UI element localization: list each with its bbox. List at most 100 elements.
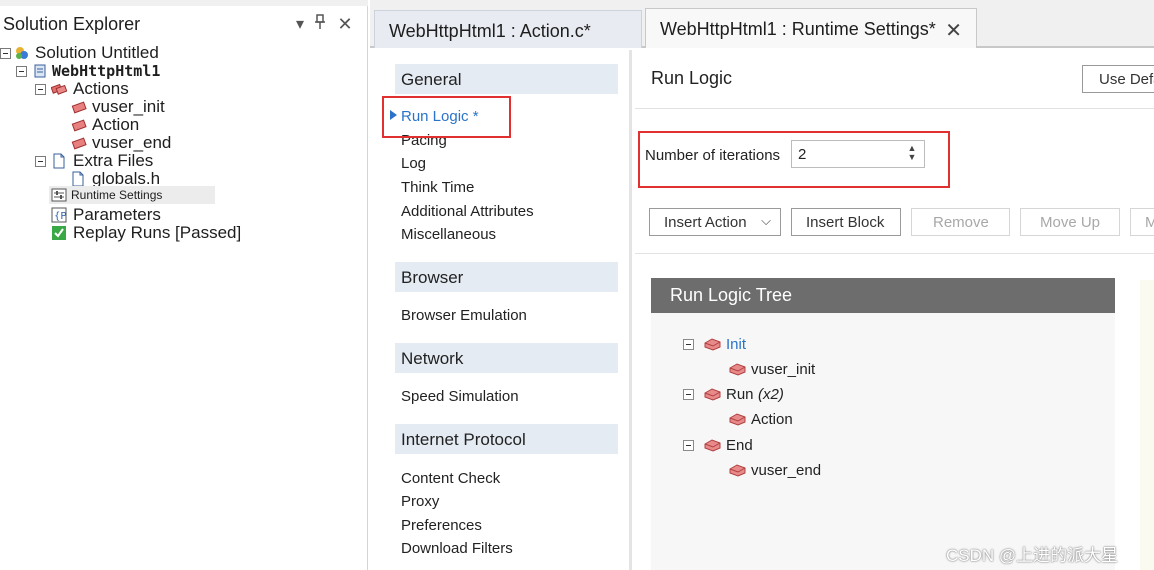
- selected-arrow-icon: [390, 110, 397, 120]
- settings-icon: [51, 188, 67, 202]
- tree-item-actions[interactable]: Actions: [0, 80, 368, 98]
- nav-item-download-filters[interactable]: Download Filters: [401, 540, 513, 557]
- move-up-button[interactable]: Move Up: [1020, 208, 1120, 236]
- tree-item-label: Solution Untitled: [35, 43, 159, 62]
- tree-item-action[interactable]: Action: [0, 116, 368, 134]
- iteration-count: (x2): [758, 386, 784, 403]
- tree-node-label: Init: [726, 336, 747, 353]
- collapse-toggle-icon[interactable]: [683, 339, 694, 350]
- pin-icon[interactable]: [311, 14, 329, 35]
- nav-item-additional-attributes[interactable]: Additional Attributes: [401, 203, 534, 220]
- use-defaults-button[interactable]: Use Defaults: [1082, 65, 1154, 93]
- action-brick-icon: [729, 413, 746, 426]
- insert-block-button[interactable]: Insert Block: [791, 208, 901, 236]
- solution-explorer-panel: Solution Explorer ▾ ✕ Solution Untitled …: [0, 0, 368, 570]
- close-icon[interactable]: ✕: [336, 14, 354, 35]
- svg-text:{P}: {P}: [54, 211, 67, 222]
- tree-node-init[interactable]: Init: [683, 336, 983, 354]
- solution-explorer-header: Solution Explorer ▾ ✕: [0, 10, 368, 40]
- tree-node-label: vuser_end: [751, 462, 822, 479]
- tree-node-label: Action: [751, 411, 793, 428]
- block-brick-icon: [704, 388, 721, 401]
- file-icon: [72, 171, 84, 187]
- nav-group-internet-protocol: Internet Protocol: [395, 424, 618, 454]
- move-down-button[interactable]: M: [1130, 208, 1154, 236]
- tab-label: WebHttpHtml1 : Action.c*: [389, 21, 591, 41]
- tree-item-script[interactable]: WebHttpHtml1: [0, 62, 368, 80]
- tree-item-label: vuser_init: [92, 97, 165, 116]
- tree-item-label: Action: [92, 115, 140, 134]
- nav-item-pacing[interactable]: Pacing: [401, 132, 447, 149]
- tree-node-label: Run: [726, 386, 754, 403]
- tree-node-run[interactable]: Run (x2): [683, 386, 983, 404]
- solution-icon: [16, 47, 28, 59]
- tree-node-action[interactable]: Action: [729, 411, 1029, 429]
- insert-action-label: Insert Action: [664, 214, 747, 231]
- iterations-stepper[interactable]: 2 ▲ ▼: [791, 140, 925, 168]
- chevron-down-icon: ⌵: [761, 213, 771, 228]
- tree-item-vuser-end[interactable]: vuser_end: [0, 134, 368, 152]
- parameters-icon: {P}: [51, 207, 67, 223]
- nav-item-speed-simulation[interactable]: Speed Simulation: [401, 388, 519, 405]
- divider: [635, 108, 1154, 109]
- collapse-toggle-icon[interactable]: [35, 156, 46, 167]
- close-tab-icon[interactable]: ✕: [945, 18, 962, 43]
- tree-item-solution[interactable]: Solution Untitled: [0, 44, 368, 62]
- dropdown-icon[interactable]: ▾: [291, 14, 309, 34]
- action-brick-icon: [71, 119, 87, 132]
- tree-node-vuser-init[interactable]: vuser_init: [729, 361, 1029, 379]
- action-brick-icon: [729, 464, 746, 477]
- check-icon: [52, 226, 66, 240]
- spinner-icon[interactable]: ▲ ▼: [906, 144, 918, 164]
- insert-action-button[interactable]: Insert Action ⌵: [649, 208, 781, 236]
- editor-tab-bar: WebHttpHtml1 : Action.c* WebHttpHtml1 : …: [370, 0, 1154, 48]
- tree-item-extra-files[interactable]: Extra Files: [0, 152, 368, 170]
- nav-item-preferences[interactable]: Preferences: [401, 517, 482, 534]
- tree-item-label: WebHttpHtml1: [52, 62, 161, 80]
- tree-item-label: Parameters: [73, 205, 161, 224]
- tab-runtime-settings[interactable]: WebHttpHtml1 : Runtime Settings* ✕: [645, 8, 977, 48]
- nav-group-general: General: [395, 64, 618, 94]
- tree-item-label: Extra Files: [73, 151, 154, 170]
- nav-group-browser: Browser: [395, 262, 618, 292]
- nav-item-content-check[interactable]: Content Check: [401, 470, 500, 487]
- tree-item-vuser-init[interactable]: vuser_init: [0, 98, 368, 116]
- nav-item-log[interactable]: Log: [401, 155, 426, 172]
- nav-item-run-logic[interactable]: Run Logic *: [401, 108, 479, 125]
- action-brick-icon: [71, 137, 87, 150]
- run-logic-panel: Run Logic Use Defaults Number of iterati…: [635, 50, 1154, 570]
- file-icon: [53, 153, 65, 169]
- collapse-toggle-icon[interactable]: [683, 440, 694, 451]
- block-brick-icon: [704, 439, 721, 452]
- nav-item-think-time[interactable]: Think Time: [401, 179, 474, 196]
- tree-item-label: Runtime Settings: [71, 188, 163, 202]
- solution-explorer-title: Solution Explorer: [3, 14, 141, 34]
- collapse-toggle-icon[interactable]: [16, 66, 27, 77]
- nav-group-network: Network: [395, 343, 618, 373]
- tree-item-parameters[interactable]: {P} Parameters: [0, 206, 368, 224]
- top-strip: [0, 0, 368, 6]
- run-logic-tree-panel: Run Logic Tree Init vuser_init Run (x2) …: [651, 278, 1115, 570]
- tree-node-end[interactable]: End: [683, 437, 983, 455]
- runtime-settings-nav: General Run Logic * Pacing Log Think Tim…: [370, 50, 632, 570]
- divider: [635, 253, 1154, 254]
- tree-item-replay-runs[interactable]: Replay Runs [Passed]: [0, 224, 368, 242]
- tree-node-label: End: [726, 437, 753, 454]
- side-strip: [1140, 280, 1154, 570]
- tab-action-c[interactable]: WebHttpHtml1 : Action.c*: [374, 10, 642, 48]
- nav-item-browser-emulation[interactable]: Browser Emulation: [401, 307, 527, 324]
- nav-item-miscellaneous[interactable]: Miscellaneous: [401, 226, 496, 243]
- nav-item-proxy[interactable]: Proxy: [401, 493, 439, 510]
- remove-button[interactable]: Remove: [911, 208, 1010, 236]
- watermark: CSDN @上进的派大星: [946, 546, 1119, 565]
- tree-node-vuser-end[interactable]: vuser_end: [729, 462, 1029, 480]
- iterations-label: Number of iterations: [645, 147, 781, 164]
- tree-node-label: vuser_init: [751, 361, 816, 378]
- collapse-toggle-icon[interactable]: [683, 389, 694, 400]
- action-brick-icon: [71, 101, 87, 114]
- tree-item-label: Replay Runs [Passed]: [73, 223, 242, 242]
- collapse-toggle-icon[interactable]: [0, 48, 11, 59]
- iterations-value: 2: [798, 146, 807, 163]
- collapse-toggle-icon[interactable]: [35, 84, 46, 95]
- tree-item-runtime-settings[interactable]: Runtime Settings: [49, 186, 215, 204]
